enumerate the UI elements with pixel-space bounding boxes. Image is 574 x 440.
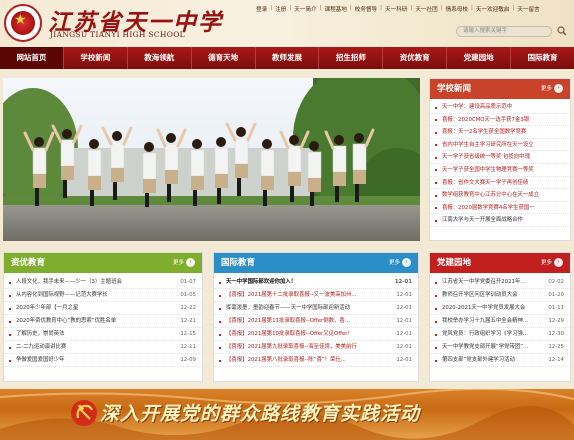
- party-more-link[interactable]: 更多 ›: [541, 258, 563, 267]
- list-item[interactable]: 【喜报】2021届第11批录取喜报--Offer倒数，香... 12-01: [214, 315, 418, 328]
- party-title: 党建园地: [437, 258, 472, 268]
- nav-item-moral[interactable]: 德育天地: [192, 47, 256, 69]
- international-education-panel: 国际教育 更多 › 天一中学国际部欢迎你加入！ 12-01 【喜报】2021届第十二…: [213, 252, 419, 382]
- top-link-research[interactable]: 天一科研: [385, 5, 407, 13]
- top-link-welcome[interactable]: 天一欢迎敬启: [476, 5, 510, 13]
- hammer-sickle-icon: [71, 400, 97, 426]
- gifted-header: 资优教育 更多 ›: [4, 253, 202, 273]
- top-link-supervision[interactable]: 校务督导: [355, 5, 377, 13]
- list-item[interactable]: 挥毫泼墨，墨韵迎春节——天一中学国际部迎新活动 12-01: [214, 302, 418, 315]
- news-item[interactable]: 喜报：2020届数学竞赛4名学生获国一: [430, 202, 570, 215]
- photo-slider[interactable]: [3, 78, 420, 241]
- students-photo: [3, 78, 420, 241]
- nav-item-home[interactable]: 网站首页: [0, 47, 64, 69]
- news-item[interactable]: 天一中学：建设高品质示范中: [430, 101, 570, 114]
- nav-item-gifted[interactable]: 资优教育: [383, 47, 448, 69]
- top-link-message[interactable]: 天一留言: [517, 5, 539, 13]
- list-item[interactable]: 了解历史，崇尚英法 12-15: [4, 328, 202, 341]
- list-item[interactable]: 【喜报】2021届第十二批录取喜报--又一波美高加州... 12-01: [214, 289, 418, 302]
- list-item[interactable]: 二·二九运动演讲比赛 12-11: [4, 341, 202, 354]
- list-item[interactable]: 【喜报】2021届第10批录取喜报--Offer又见Offer！ 12-01: [214, 328, 418, 341]
- intl-header: 国际教育 更多 ›: [214, 253, 418, 273]
- intl-list: 天一中学国际部欢迎你加入！ 12-01 【喜报】2021届第十二批录取喜报--又一…: [214, 273, 418, 367]
- school-logo[interactable]: ★: [4, 4, 42, 42]
- list-item[interactable]: 教师召开学区问区学训动员大会 01-20: [430, 289, 570, 302]
- arrow-icon: ›: [554, 258, 563, 267]
- news-more-link[interactable]: 更多 ›: [541, 84, 563, 93]
- list-item[interactable]: 2020年少年部【一月之星 12-22: [4, 302, 202, 315]
- banner-text: 深入开展党的群众路线教育实践活动: [100, 403, 421, 425]
- list-item[interactable]: 争做爱国爱国好少年 12-09: [4, 354, 202, 367]
- top-link-course[interactable]: 课程基地: [324, 5, 346, 13]
- star-icon: ★: [14, 12, 27, 28]
- list-item[interactable]: 【喜报】2021届第九批录取喜报--海至佳境，美美前行 12-01: [214, 341, 418, 354]
- news-item[interactable]: 天一学子获省级统一等奖 包揽向中瑰: [430, 151, 570, 164]
- search-icon[interactable]: [557, 26, 567, 36]
- arrow-icon: ›: [186, 258, 195, 267]
- school-name-english: JIANGSU TIANYI HIGH SCHOOL: [50, 30, 185, 39]
- list-item[interactable]: 人段文化，我手未来——少一（3）主题班会 01-07: [4, 276, 202, 289]
- list-item[interactable]: 江苏省天一中学党委召开2021年... 02-02: [430, 276, 570, 289]
- top-link-clubs[interactable]: 天一社团: [415, 5, 437, 13]
- news-title: 学校新闻: [437, 84, 472, 94]
- main-nav: 网站首页 学校新闻 教海领航 德育天地 教师发展 招生招师 资优教育 党建园地 …: [0, 47, 574, 69]
- nav-item-party[interactable]: 党建园地: [447, 47, 512, 69]
- top-links: 登录 | 注册 | 天一简介 | 课程基地 | 校务督导 | 天一科研 | 天一社团 | 情系…: [256, 5, 540, 13]
- intl-title: 国际教育: [221, 258, 256, 268]
- nav-item-teachers[interactable]: 教师发展: [256, 47, 320, 69]
- gifted-title: 资优教育: [11, 258, 46, 268]
- news-item[interactable]: 喜报：省作文大赛天一学子再创佳绩: [430, 177, 570, 190]
- news-item[interactable]: 省内中学生自主学习研究所在天一设立: [430, 139, 570, 152]
- school-news-panel: 学校新闻 更多 › 天一中学：建设高品质示范中 喜报：2020CMO天一选手获7金…: [429, 78, 571, 241]
- site-header: ★ 江苏省天一中学 JIANGSU TIANYI HIGH SCHOOL 登录 |…: [0, 0, 574, 47]
- list-item[interactable]: 2020-2021天一中学党员发展大会 01-11: [430, 302, 570, 315]
- top-link-register[interactable]: 注册: [275, 5, 286, 13]
- arrow-icon: ›: [402, 258, 411, 267]
- party-header: 党建园地 更多 ›: [430, 253, 570, 273]
- news-item[interactable]: 喜报：2020CMO天一选手获7金3银: [430, 114, 570, 127]
- news-list: 天一中学：建设高品质示范中 喜报：2020CMO天一选手获7金3银 喜报：天一2…: [430, 99, 570, 227]
- nav-item-admission[interactable]: 招生招师: [319, 47, 384, 69]
- list-item[interactable]: 我校举办学习十九届五中全会精神... 12-29: [430, 315, 570, 328]
- intl-more-link[interactable]: 更多 ›: [389, 258, 411, 267]
- gifted-education-panel: 资优教育 更多 › 人段文化，我手未来——少一（3）主题班会 01-07 从内容化到…: [3, 252, 203, 382]
- search-input[interactable]: 请输入搜索关键字: [456, 26, 552, 37]
- list-item[interactable]: 党风党员：行政组织学习《学习强... 12-30: [430, 328, 570, 341]
- top-link-alumni[interactable]: 情系母校: [446, 5, 468, 13]
- top-link-login[interactable]: 登录: [256, 5, 267, 13]
- party-activity-banner[interactable]: 深入开展党的群众路线教育实践活动: [0, 389, 574, 440]
- top-link-intro[interactable]: 天一简介: [294, 5, 316, 13]
- list-item[interactable]: 天一中学教党支部开展“学党带团”... 12-25: [430, 341, 570, 354]
- list-item[interactable]: 【喜报】2021届第八批录取喜报--陈“喜”！荣仕... 12-01: [214, 354, 418, 367]
- news-header: 学校新闻 更多 ›: [430, 79, 570, 99]
- gifted-more-link[interactable]: 更多 ›: [173, 258, 195, 267]
- party-list: 江苏省天一中学党委召开2021年... 02-02 教师召开学区问区学训动员大会 0…: [430, 273, 570, 367]
- gifted-list: 人段文化，我手未来——少一（3）主题班会 01-07 从内容化到国际视野——记范大…: [4, 273, 202, 367]
- list-item[interactable]: 第四支部“党支部外建学习活动 12-14: [430, 354, 570, 367]
- nav-item-international[interactable]: 国际教育: [511, 47, 574, 69]
- list-item[interactable]: 天一中学国际部欢迎你加入！ 12-01: [214, 276, 418, 289]
- news-item[interactable]: 喜报：天一2名学生获全国数学竞赛: [430, 126, 570, 139]
- list-item[interactable]: 从内容化到国际视野——记范大赛学长 01-05: [4, 289, 202, 302]
- news-item[interactable]: 数学组获教育中心江苏分中心在天一成立: [430, 189, 570, 202]
- news-item[interactable]: 天一学子获全国中学生物理竞赛一等奖: [430, 164, 570, 177]
- news-item[interactable]: 江南大学与天一开展全面战略合作: [430, 214, 570, 227]
- nav-item-news[interactable]: 学校新闻: [64, 47, 128, 69]
- party-building-panel: 党建园地 更多 › 江苏省天一中学党委召开2021年... 02-02 教师召开学区…: [429, 252, 571, 382]
- list-item[interactable]: 2020年资优教育中心“教的思索”优胜名单 12-21: [4, 315, 202, 328]
- arrow-icon: ›: [554, 84, 563, 93]
- nav-item-teaching[interactable]: 教海领航: [128, 47, 192, 69]
